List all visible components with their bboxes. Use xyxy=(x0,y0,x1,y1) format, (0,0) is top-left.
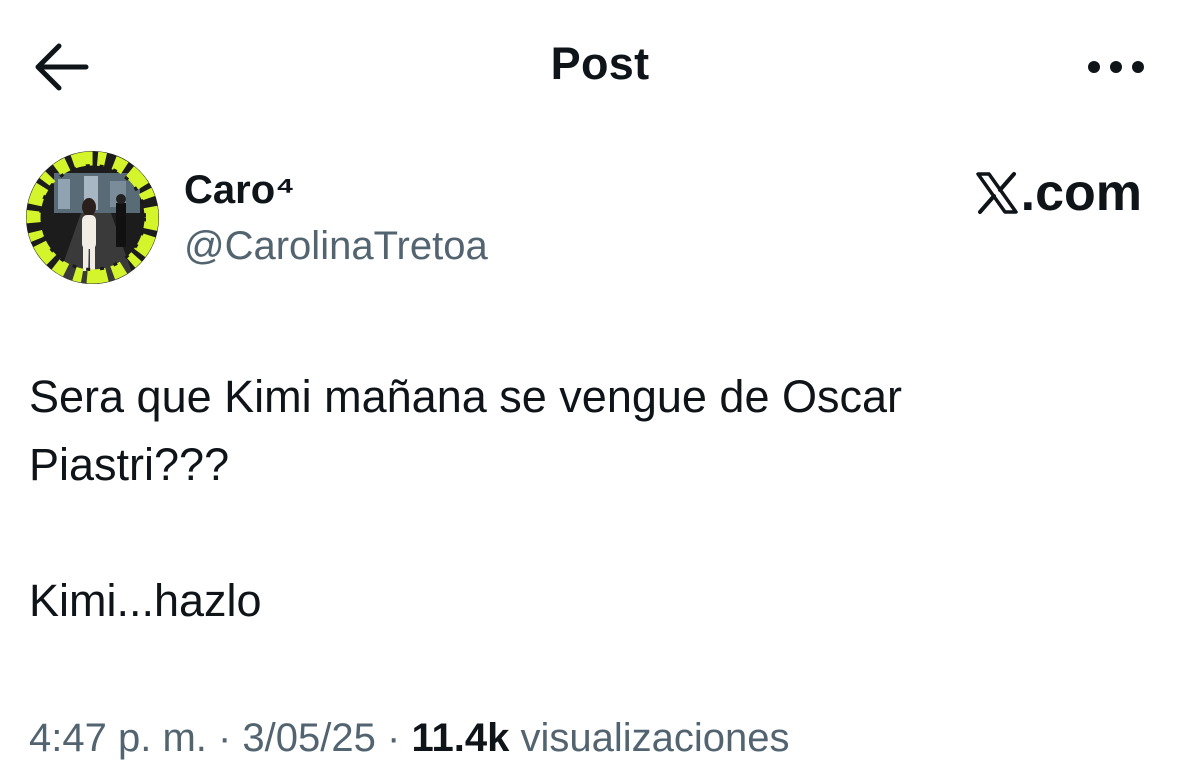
avatar[interactable] xyxy=(26,151,159,284)
source-label-text: .com xyxy=(1020,164,1142,222)
views-label: visualizaciones xyxy=(509,716,790,760)
views-count[interactable]: 11.4k xyxy=(411,716,509,760)
meta-separator: · xyxy=(375,716,412,760)
tweet-text-line: Kimi...hazlo xyxy=(29,575,262,626)
more-horizontal-icon xyxy=(1088,61,1144,73)
top-bar: Post xyxy=(0,0,1200,135)
tweet-text-line: Sera que Kimi mañana se vengue de Oscar xyxy=(29,371,902,422)
tweet-body: Sera que Kimi mañana se vengue de Oscar … xyxy=(29,363,1159,635)
author-handle[interactable]: @CarolinaTretoa xyxy=(184,222,488,270)
more-options-button[interactable] xyxy=(1082,52,1150,82)
author-display-name[interactable]: Caro⁴ xyxy=(184,166,295,214)
tweet-paragraph-gap xyxy=(29,499,1159,567)
page-title: Post xyxy=(550,38,650,89)
x-logo-icon xyxy=(975,172,1018,214)
tweet-text-line: Piastri??? xyxy=(29,439,230,490)
tweet-metadata: 4:47 p. m. · 3/05/25 · 11.4k visualizaci… xyxy=(29,713,789,763)
tweet-time[interactable]: 4:47 p. m. xyxy=(29,716,207,760)
tweet-date[interactable]: 3/05/25 xyxy=(242,716,375,760)
source-watermark: .com xyxy=(975,162,1142,224)
meta-separator: · xyxy=(206,716,243,760)
